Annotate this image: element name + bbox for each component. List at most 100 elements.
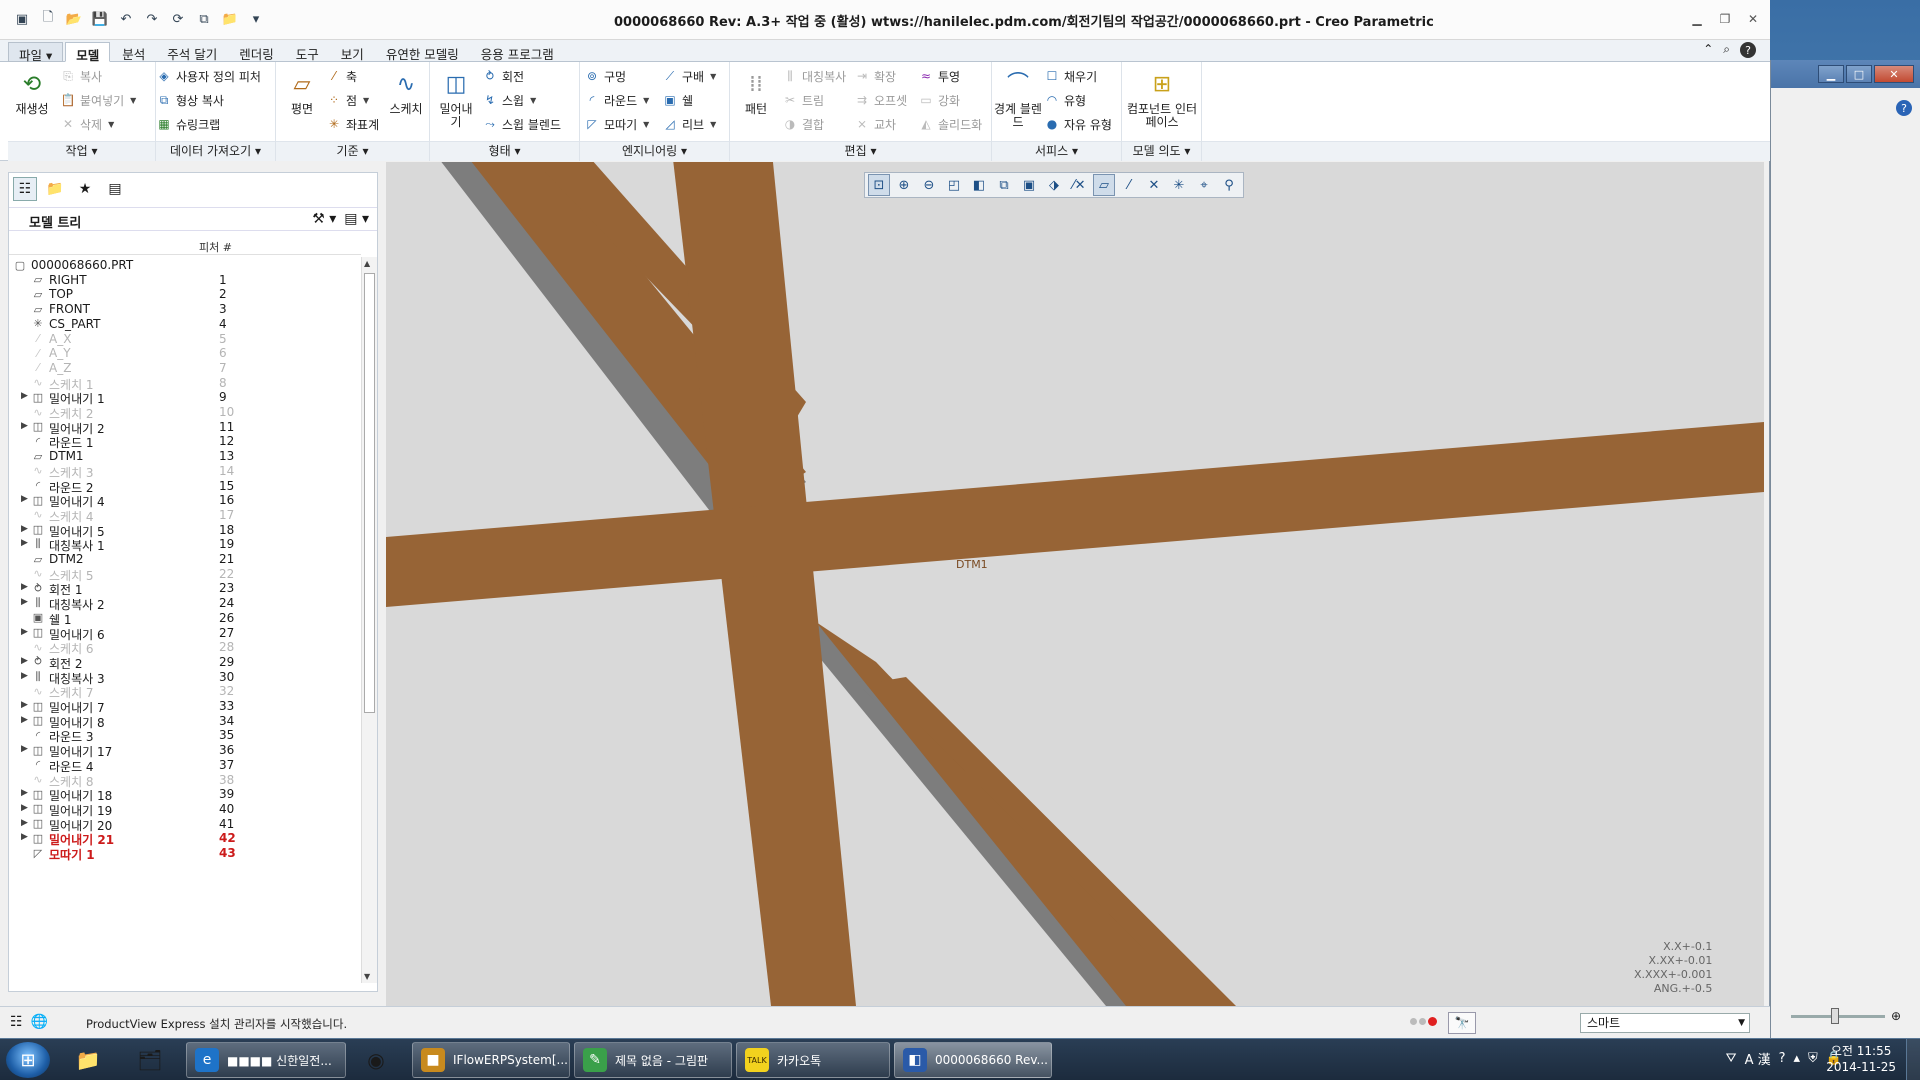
tab-1[interactable]: 모델 <box>65 42 111 63</box>
datum-display-filter-icon[interactable]: ⁄✕ <box>1068 174 1090 196</box>
display-style-icon[interactable]: ◧ <box>968 174 990 196</box>
mirror-button[interactable]: ⫼ 대칭복사 <box>782 66 846 86</box>
tab-2[interactable]: 분석 <box>112 42 155 62</box>
delete-button[interactable]: ✕ 삭제 ▼ <box>60 114 114 134</box>
undo-icon[interactable]: ↶ <box>116 9 136 29</box>
find-icon[interactable]: 🔭 <box>1448 1012 1476 1034</box>
expand-arrow-icon[interactable]: ▶ <box>21 627 28 637</box>
group-label-engineering[interactable]: 엔지니어링 ▾ <box>580 141 729 161</box>
redo-icon[interactable]: ↷ <box>142 9 162 29</box>
spin-center-icon[interactable]: ⚲ <box>1218 174 1240 196</box>
clock[interactable]: 오전 11:55 2014-11-25 <box>1826 1043 1896 1075</box>
browser-toggle-icon[interactable]: 🌐 <box>31 1014 48 1030</box>
shield-icon[interactable]: ⛨ <box>1808 1051 1818 1066</box>
model-tree-tab-icon[interactable]: ☷ <box>13 177 37 201</box>
expand-arrow-icon[interactable]: ▶ <box>21 832 28 842</box>
group-label-editing[interactable]: 편집 ▾ <box>730 141 991 161</box>
group-label-shapes[interactable]: 형태 ▾ <box>430 141 579 161</box>
taskbar-task[interactable]: e ■■■■ 신한일전... <box>186 1042 346 1078</box>
group-label-get-data[interactable]: 데이터 가져오기 ▾ <box>156 141 275 161</box>
zoom-slider[interactable]: ⊕ <box>1791 1006 1901 1026</box>
scroll-thumb[interactable] <box>364 273 375 713</box>
extend-button[interactable]: ⇥ 확장 <box>854 66 896 86</box>
draft-button[interactable]: ⟋ 구배 ▼ <box>662 66 716 86</box>
shrinkwrap-button[interactable]: ▦ 슈링크랩 <box>156 114 220 134</box>
offset-button[interactable]: ⇉ 오프셋 <box>854 90 907 110</box>
scroll-down-icon[interactable]: ▼ <box>364 972 370 981</box>
paste-button[interactable]: 📋 붙여넣기 ▼ <box>60 90 137 110</box>
group-label-datum[interactable]: 기준 ▾ <box>276 141 429 161</box>
expand-arrow-icon[interactable]: ▶ <box>21 391 28 401</box>
extrude-button[interactable]: ◫ 밀어내기 <box>434 68 478 129</box>
axis-display-icon[interactable]: ⁄ <box>1118 174 1140 196</box>
point-button[interactable]: ⁘ 점 ▼ <box>326 90 369 110</box>
csys-button[interactable]: ✳ 좌표계 <box>326 114 379 134</box>
revolve-button[interactable]: ⥁ 회전 <box>482 66 524 86</box>
zoom-in-icon[interactable]: ⊕ <box>893 174 915 196</box>
folder-browser-tab-icon[interactable]: 📁 <box>43 177 67 201</box>
expand-arrow-icon[interactable]: ▶ <box>21 715 28 725</box>
style-button[interactable]: ◠ 유형 <box>1044 90 1086 110</box>
expand-arrow-icon[interactable]: ▶ <box>21 538 28 548</box>
tree-columns-icon[interactable]: ▤ ▾ <box>344 211 369 227</box>
tree-item[interactable]: ◸ 모따기 1 43 <box>9 845 361 863</box>
taskbar-task[interactable]: ◧ 0000068660 Rev... <box>894 1042 1052 1078</box>
start-button[interactable]: ⊞ <box>6 1042 50 1078</box>
tab-6[interactable]: 보기 <box>331 42 374 62</box>
background-window-titlebar[interactable]: ▁ □ ✕ <box>1771 60 1920 88</box>
tab-5[interactable]: 도구 <box>286 42 329 62</box>
customize-qat-icon[interactable]: ▾ <box>246 9 266 29</box>
zoom-in-icon[interactable]: ⊕ <box>1891 1009 1901 1023</box>
help-icon[interactable]: ? <box>1779 1051 1786 1066</box>
expand-arrow-icon[interactable]: ▶ <box>21 494 28 504</box>
show-desktop-button[interactable] <box>1906 1039 1920 1080</box>
background-window[interactable]: ▁ □ ✕ ? ⊕ <box>1770 60 1920 1038</box>
column-feature-number[interactable]: 피처 # <box>199 239 232 255</box>
ime-icon[interactable]: A 漢 <box>1745 1049 1771 1068</box>
search-icon[interactable]: ⌕ <box>1723 42 1730 58</box>
udf-button[interactable]: ◈ 사용자 정의 피처 <box>156 66 261 86</box>
regenerate-button[interactable]: ⟲ 재생성 <box>10 68 54 116</box>
zoom-out-icon[interactable]: ⊖ <box>918 174 940 196</box>
expand-arrow-icon[interactable]: ▶ <box>21 582 28 592</box>
trim-button[interactable]: ✂ 트림 <box>782 90 824 110</box>
minimize-icon[interactable]: ▁ <box>1688 10 1706 28</box>
repaint-icon[interactable]: ◰ <box>943 174 965 196</box>
model-tree-scrollbar[interactable]: ▲ ▼ <box>361 257 377 983</box>
sweep-button[interactable]: ↯ 스윕 ▼ <box>482 90 536 110</box>
windows-icon[interactable]: ⧉ <box>194 9 214 29</box>
csys-display-icon[interactable]: ✳ <box>1168 174 1190 196</box>
thicken-button[interactable]: ▭ 강화 <box>918 90 960 110</box>
layer-tree-tab-icon[interactable]: ▤ <box>103 177 127 201</box>
expand-arrow-icon[interactable]: ▶ <box>21 671 28 681</box>
expand-arrow-icon[interactable]: ▶ <box>21 700 28 710</box>
hole-button[interactable]: ⊚ 구멍 <box>584 66 626 86</box>
tree-settings-icon[interactable]: ⚒ ▾ <box>312 211 336 227</box>
expand-arrow-icon[interactable]: ▶ <box>21 656 28 666</box>
explorer-icon[interactable]: 📁 <box>62 1042 114 1078</box>
expand-arrow-icon[interactable]: ▶ <box>21 803 28 813</box>
rib-button[interactable]: ◿ 리브 ▼ <box>662 114 716 134</box>
tab-7[interactable]: 유연한 모델링 <box>376 42 469 62</box>
expand-arrow-icon[interactable]: ▶ <box>21 788 28 798</box>
regenerate-small-icon[interactable]: ⟳ <box>168 9 188 29</box>
copy-button[interactable]: ⎘ 복사 <box>60 66 102 86</box>
expand-arrow-icon[interactable]: ▶ <box>21 818 28 828</box>
zoom-slider-thumb[interactable] <box>1831 1007 1839 1024</box>
collapse-ribbon-icon[interactable]: ⌃ <box>1703 42 1713 58</box>
swept-blend-button[interactable]: ⤳ 스윕 블렌드 <box>482 114 561 134</box>
tray-expand-icon[interactable]: ▴ <box>1794 1051 1801 1066</box>
expand-arrow-icon[interactable]: ▶ <box>21 744 28 754</box>
solidify-button[interactable]: ◭ 솔리드화 <box>918 114 982 134</box>
restore-icon[interactable]: ❐ <box>1716 10 1734 28</box>
help-icon[interactable]: ? <box>1740 42 1756 58</box>
taskbar-task[interactable]: ✎ 제목 없음 - 그림판 <box>574 1042 732 1078</box>
point-display-icon[interactable]: ✕ <box>1143 174 1165 196</box>
network-icon[interactable]: ⛛ <box>1726 1051 1737 1066</box>
sketch-button[interactable]: ∿ 스케치 <box>384 68 428 116</box>
tab-3[interactable]: 주석 달기 <box>157 42 227 62</box>
selection-filter-dropdown[interactable]: 스마트 ▼ <box>1580 1013 1750 1033</box>
app-menu-icon[interactable]: ▣ <box>12 9 32 29</box>
maximize-icon[interactable]: □ <box>1846 65 1872 83</box>
boundary-blend-button[interactable]: ⌒ 경계 블렌드 <box>994 68 1042 129</box>
